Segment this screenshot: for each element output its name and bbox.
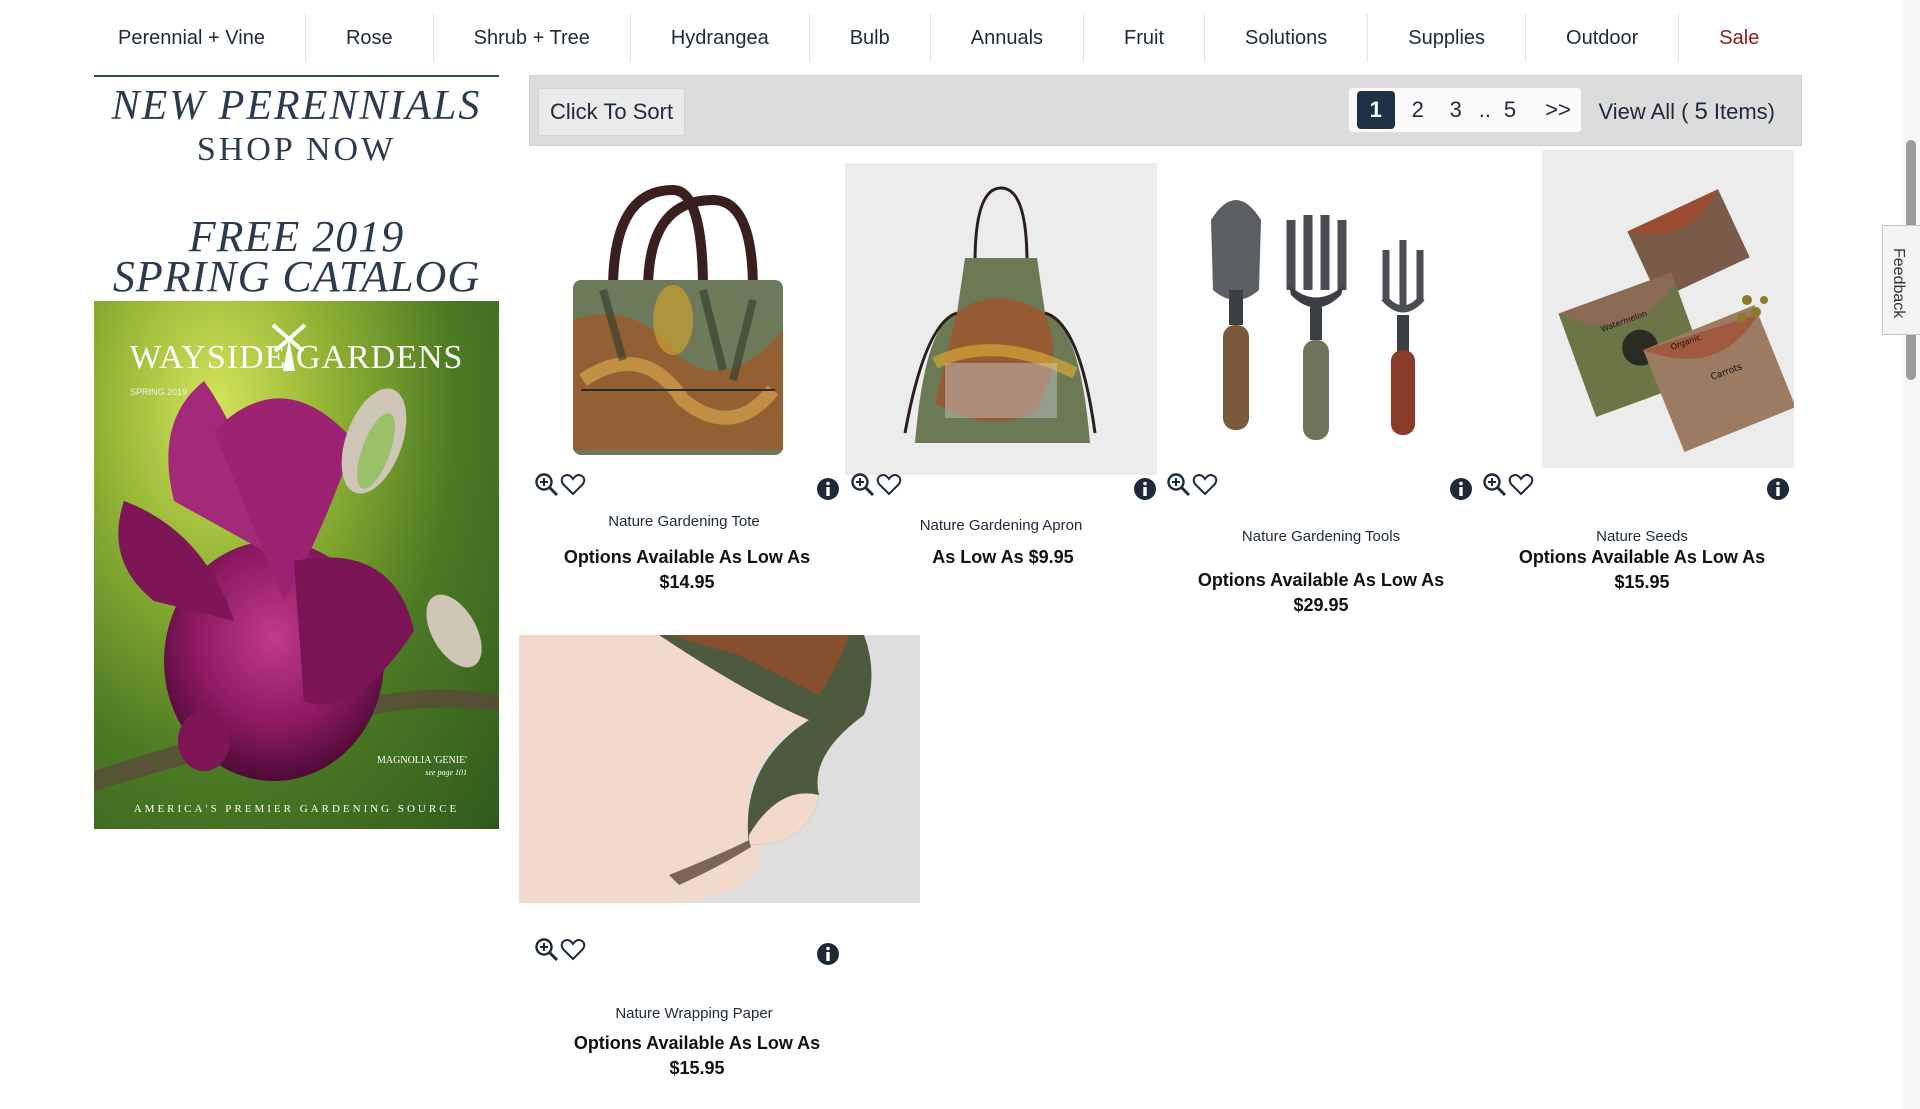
product-price-line1: As Low As $9.95 [932,547,1074,567]
view-all-suffix: Items) [1713,99,1775,124]
apron-image [903,186,1097,443]
view-all-prefix: View All ( [1598,99,1689,124]
info-icon[interactable] [1449,477,1473,501]
nav-supplies[interactable]: Supplies [1368,14,1527,62]
product-card: Nature Gardening Tote Options Available … [529,150,849,600]
product-name[interactable]: Nature Seeds [1477,528,1807,545]
catalog-season: SPRING 2019 [130,387,188,397]
nav-fruit[interactable]: Fruit [1084,14,1206,62]
catalog-caption-title: MAGNOLIA 'GENIE' [377,755,467,766]
catalog-tagline: AMERICA'S PREMIER GARDENING SOURCE [133,803,460,815]
catalog-title-line1: FREE 2019 [188,212,405,261]
product-actions [1166,472,1218,498]
catalog-title-line2: SPRING CATALOG [112,252,481,301]
product-price-line2: $15.95 [669,1058,725,1078]
nav-solutions[interactable]: Solutions [1205,14,1369,62]
product-name[interactable]: Nature Gardening Tote [529,513,839,530]
page-last-link[interactable]: 5 [1495,97,1525,123]
catalog-caption-note: see page 101 [425,768,467,777]
page-3-link[interactable]: 3 [1441,97,1471,123]
product-image-apron[interactable] [845,163,1157,475]
product-price-line2: $29.95 [1293,595,1349,615]
info-icon[interactable] [1133,477,1157,501]
product-image-seeds[interactable]: Watermelon Carrots Organic [1542,150,1794,468]
tote-bag-image [573,184,783,455]
zoom-in-icon[interactable] [534,472,560,498]
page-2-link[interactable]: 2 [1403,97,1433,123]
sort-button[interactable]: Click To Sort [538,88,686,136]
zoom-in-icon[interactable] [1166,472,1192,498]
zoom-in-icon[interactable] [534,937,560,963]
product-image-tote[interactable] [553,180,803,470]
product-card: Nature Gardening Apron As Low As $9.95 [845,150,1165,600]
next-page-link[interactable]: >> [1543,97,1573,123]
heart-icon[interactable] [560,473,586,497]
zoom-in-icon[interactable] [1482,472,1508,498]
new-perennials-title: NEW PERENNIALS [111,83,482,129]
nav-sale[interactable]: Sale [1679,14,1799,62]
product-image-tools[interactable] [1181,180,1441,470]
product-price-line1: Options Available As Low As [1197,570,1445,590]
view-all-count: 5 [1694,98,1708,125]
nav-perennial-vine[interactable]: Perennial + Vine [91,14,306,62]
info-icon[interactable] [816,477,840,501]
info-icon[interactable] [816,942,840,966]
nav-outdoor[interactable]: Outdoor [1526,14,1680,62]
new-perennials-banner[interactable]: NEW PERENNIALS SHOP NOW [94,75,499,167]
shop-now-link[interactable]: SHOP NOW [94,133,499,167]
nav-annuals[interactable]: Annuals [931,14,1085,62]
product-actions [850,472,902,498]
heart-icon[interactable] [560,938,586,962]
product-actions [1482,472,1534,498]
product-card: Nature Wrapping Paper Options Available … [519,635,939,1085]
info-icon[interactable] [1766,477,1790,501]
product-actions [534,472,586,498]
magnolia-flower-illustration [94,381,499,791]
garden-tools-image [1211,200,1425,440]
nav-bulb[interactable]: Bulb [810,14,931,62]
product-image-wrapping-paper[interactable] [519,635,920,903]
product-actions [534,937,586,963]
windmill-logo-icon [271,323,307,371]
pagination-ellipsis: .. [1478,97,1491,122]
catalog-caption: MAGNOLIA 'GENIE' see page 101 [377,755,467,779]
product-price-line1: Options Available As Low As [573,1033,821,1053]
nav-rose[interactable]: Rose [306,14,434,62]
heart-icon[interactable] [876,473,902,497]
feedback-tab[interactable]: Feedback [1882,225,1920,335]
sidebar: NEW PERENNIALS SHOP NOW FREE 2019 SPRING… [94,75,499,829]
heart-icon[interactable] [1192,473,1218,497]
product-card: Nature Gardening Tools Options Available… [1161,150,1481,630]
product-name[interactable]: Nature Wrapping Paper [529,1005,859,1022]
results-toolbar: Click To Sort 1 2 3 .. 5 >> View All (5 I… [529,75,1802,146]
nav-hydrangea[interactable]: Hydrangea [631,14,810,62]
pagination: 1 2 3 .. 5 >> [1348,88,1581,132]
product-name[interactable]: Nature Gardening Apron [845,517,1157,534]
product-card: Watermelon Carrots Organic Nature Seeds … [1477,150,1797,600]
product-name[interactable]: Nature Gardening Tools [1161,528,1481,545]
nav-shrub-tree[interactable]: Shrub + Tree [434,14,631,62]
free-catalog-banner[interactable]: FREE 2019 SPRING CATALOG WAYSIDE GARDENS… [94,212,499,829]
main-navigation: Perennial + Vine Rose Shrub + Tree Hydra… [91,14,1799,62]
page-scrollbar[interactable] [1902,0,1920,1109]
product-price-line1: Options Available As Low As [563,547,811,567]
wrapping-paper-image [519,635,872,903]
feedback-label: Feedback [1890,248,1907,319]
view-all-link[interactable]: View All (5 Items) [1598,98,1775,126]
product-price-line1: Options Available As Low As [1518,547,1766,567]
zoom-in-icon[interactable] [850,472,876,498]
product-price-line2: $15.95 [1614,572,1670,592]
seed-packets-image: Watermelon Carrots Organic [1558,189,1794,453]
page-1-link[interactable]: 1 [1356,91,1395,129]
heart-icon[interactable] [1508,473,1534,497]
catalog-cover-image[interactable]: WAYSIDE GARDENS SPRING 2019 MAGNOLIA 'GE… [94,301,499,829]
product-price-line2: $14.95 [659,572,715,592]
